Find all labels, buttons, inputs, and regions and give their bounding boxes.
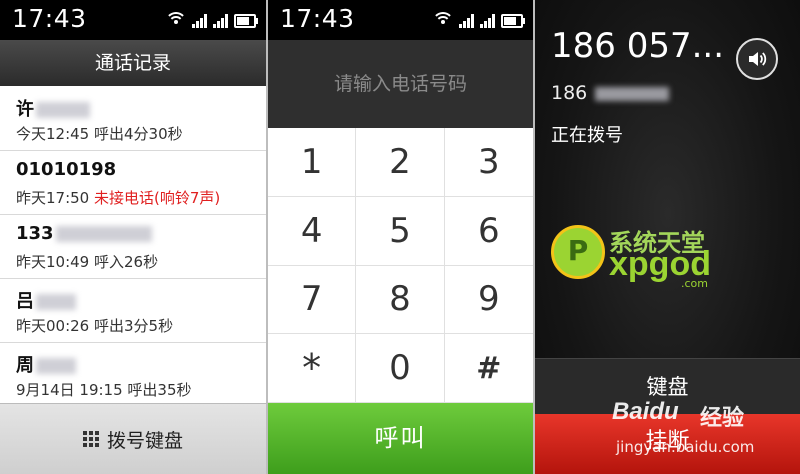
speaker-icon[interactable]	[736, 38, 778, 80]
dialing-number: 186 057...	[551, 26, 725, 66]
dialer-screen: 17:43 请输入电话号码 1 2 3 4 5 6 7 8 9 * 0 # 呼叫	[268, 0, 533, 474]
in-call-screen: 186 057... 186 正在拨号 P 系统天堂 xpgod .com 键盘…	[535, 0, 800, 474]
call-status: 正在拨号	[551, 125, 623, 146]
battery-icon	[234, 14, 258, 28]
key-star[interactable]: *	[268, 334, 357, 403]
key-1[interactable]: 1	[268, 128, 357, 197]
redacted-text	[36, 102, 90, 118]
contact-name: 吕	[16, 291, 34, 312]
phone-number-input[interactable]: 请输入电话号码	[268, 40, 533, 128]
contact-name: 周	[16, 355, 34, 376]
key-8[interactable]: 8	[356, 265, 445, 335]
missed-call-label: 未接电话(响铃7声)	[94, 189, 221, 207]
status-bar: 17:43	[0, 0, 266, 40]
status-clock: 17:43	[12, 4, 87, 33]
dialpad-button-label: 拨号键盘	[106, 429, 183, 452]
call-log-row[interactable]: 吕 昨天00:26 呼出3分5秒	[0, 279, 266, 343]
logo-badge: P	[551, 225, 605, 279]
dialpad-grid-icon	[82, 431, 99, 447]
call-log-row[interactable]: 许 今天12:45 呼出4分30秒	[0, 87, 266, 151]
key-7[interactable]: 7	[268, 265, 357, 335]
wifi-icon	[165, 12, 187, 28]
wifi-icon	[432, 12, 454, 28]
status-icons	[165, 12, 258, 28]
status-clock: 17:43	[280, 4, 355, 33]
call-button[interactable]: 呼叫	[268, 403, 533, 474]
contact-name: 133	[16, 223, 54, 244]
key-3[interactable]: 3	[444, 128, 533, 197]
call-log-row[interactable]: 周 9月14日 19:15 呼出35秒	[0, 343, 266, 406]
call-meta: 昨天00:26 呼出3分5秒	[16, 317, 174, 335]
signal-icon	[459, 14, 474, 28]
call-log-row[interactable]: 01010198 昨天17:50 未接电话(响铃7声)	[0, 151, 266, 215]
signal-icon	[192, 14, 207, 28]
redacted-text	[36, 358, 76, 374]
signal-2-icon	[213, 14, 228, 28]
status-icons	[432, 12, 525, 28]
key-6[interactable]: 6	[444, 197, 533, 266]
call-meta: 今天12:45 呼出4分30秒	[16, 125, 183, 143]
call-meta: 昨天10:49 呼入26秒	[16, 253, 159, 271]
hangup-button[interactable]: 挂断	[535, 414, 800, 474]
contact-name: 许	[16, 99, 34, 120]
call-meta: 9月14日 19:15 呼出35秒	[16, 381, 192, 399]
key-4[interactable]: 4	[268, 196, 357, 266]
key-5[interactable]: 5	[356, 196, 445, 266]
call-log-row[interactable]: 133 昨天10:49 呼入26秒	[0, 215, 266, 279]
dialpad-button[interactable]: 拨号键盘	[0, 403, 266, 474]
call-log-title: 通话记录	[0, 40, 266, 86]
key-0[interactable]: 0	[356, 334, 445, 403]
keypad: 1 2 3 4 5 6 7 8 9 * 0 #	[268, 128, 533, 403]
battery-icon	[501, 14, 525, 28]
keyboard-button[interactable]: 键盘	[535, 358, 800, 415]
dialing-number-full: 186	[551, 82, 588, 104]
key-2[interactable]: 2	[356, 128, 445, 197]
call-meta: 昨天17:50	[16, 189, 90, 207]
key-hash[interactable]: #	[444, 334, 533, 403]
logo-com-text: .com	[681, 277, 708, 290]
redacted-text	[55, 226, 152, 242]
key-9[interactable]: 9	[444, 266, 533, 335]
xpgod-logo: P 系统天堂 xpgod .com	[551, 225, 731, 295]
redacted-text	[595, 86, 670, 101]
signal-2-icon	[480, 14, 495, 28]
contact-name: 01010198	[16, 159, 117, 180]
status-bar: 17:43	[268, 0, 533, 40]
call-log-screen: 17:43 通话记录 许 今天12:45 呼出4分30秒 01010198 昨天…	[0, 0, 266, 474]
redacted-text	[36, 294, 76, 310]
